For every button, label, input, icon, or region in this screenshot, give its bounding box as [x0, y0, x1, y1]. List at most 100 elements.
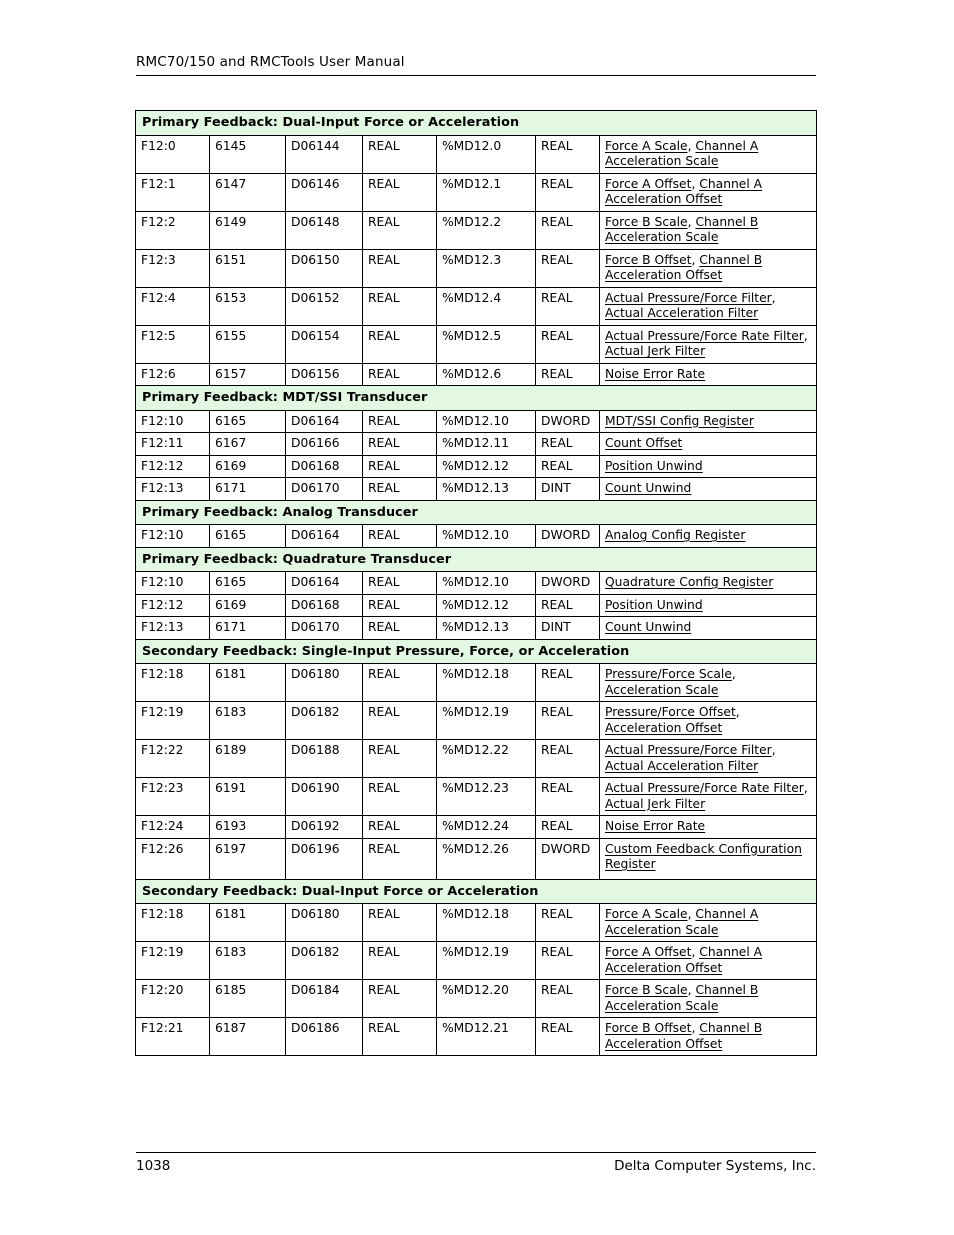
- description-separator: ,: [735, 705, 740, 719]
- cross-reference-link[interactable]: Force B Scale: [605, 983, 688, 997]
- cell-c1: 6171: [209, 616, 286, 640]
- cell-c2: D06186: [285, 1017, 363, 1056]
- cross-reference-link[interactable]: Analog Config Register: [605, 528, 745, 542]
- cell-c3: REAL: [362, 362, 437, 386]
- cell-c1: 6187: [209, 1017, 286, 1056]
- table-row: F12:22 6189 D06188 REAL %MD12.22 REAL Actual P…: [135, 739, 818, 778]
- table-row: F12:3 6151 D06150 REAL %MD12.3 REAL Force B Of…: [135, 248, 818, 288]
- cell-c4: %MD12.24: [436, 815, 536, 839]
- cell-c5: REAL: [535, 739, 600, 778]
- cross-reference-link[interactable]: Force B Scale: [605, 215, 688, 229]
- cross-reference-link[interactable]: Acceleration Offset: [605, 721, 722, 735]
- table-row: F12:18 6181 D06180 REAL %MD12.18 REAL Force A …: [135, 903, 818, 942]
- cell-c3: REAL: [362, 454, 437, 478]
- table-row: F12:2 6149 D06148 REAL %MD12.2 REAL Force B Sc…: [135, 210, 818, 250]
- cell-c0: F12:18: [135, 903, 210, 942]
- cell-c1: 6183: [209, 701, 286, 740]
- cell-c4: %MD12.26: [436, 837, 536, 880]
- cell-c2: D06166: [285, 432, 363, 456]
- cell-c4: %MD12.19: [436, 701, 536, 740]
- cell-c0: F12:11: [135, 432, 210, 456]
- cell-c4: %MD12.3: [436, 248, 536, 288]
- cell-c1: 6171: [209, 477, 286, 501]
- section-title: Secondary Feedback: Single-Input Pressur…: [134, 638, 818, 664]
- cell-c1: 6181: [209, 903, 286, 942]
- cross-reference-link[interactable]: Actual Pressure/Force Rate Filter: [605, 781, 804, 795]
- cell-c0: F12:1: [135, 172, 210, 212]
- cross-reference-link[interactable]: Custom Feedback Configuration Register: [605, 842, 802, 872]
- table-row: F12:11 6167 D06166 REAL %MD12.11 REAL Count Of…: [135, 432, 818, 456]
- cross-reference-link[interactable]: Actual Pressure/Force Rate Filter: [605, 329, 804, 343]
- cell-description: Force A Offset, Channel A Acceleration O…: [598, 172, 818, 212]
- cell-c4: %MD12.13: [436, 616, 536, 640]
- section-title: Primary Feedback: Analog Transducer: [134, 499, 818, 525]
- cross-reference-link[interactable]: Pressure/Force Scale: [605, 667, 732, 681]
- cell-c3: REAL: [362, 777, 437, 816]
- cell-c4: %MD12.22: [436, 739, 536, 778]
- cell-c2: D06154: [285, 324, 363, 364]
- manual-title: RMC70/150 and RMCTools User Manual: [136, 54, 405, 70]
- cell-description: Noise Error Rate: [598, 815, 818, 839]
- cell-c1: 6149: [209, 210, 286, 250]
- cell-c3: REAL: [362, 248, 437, 288]
- cell-c0: F12:4: [135, 286, 210, 326]
- cross-reference-link[interactable]: Force A Scale: [605, 907, 688, 921]
- cross-reference-link[interactable]: Actual Acceleration Filter: [605, 306, 758, 320]
- cross-reference-link[interactable]: Noise Error Rate: [605, 819, 705, 833]
- running-header: RMC70/150 and RMCTools User Manual: [136, 54, 816, 76]
- cross-reference-link[interactable]: Actual Jerk Filter: [605, 344, 705, 358]
- cell-c3: REAL: [362, 739, 437, 778]
- table-row: F12:12 6169 D06168 REAL %MD12.12 REAL Position…: [135, 454, 818, 478]
- cell-c2: D06156: [285, 362, 363, 386]
- cross-reference-link[interactable]: Quadrature Config Register: [605, 575, 773, 589]
- cell-c4: %MD12.12: [436, 454, 536, 478]
- cross-reference-link[interactable]: Force A Offset: [605, 177, 691, 191]
- cell-c4: %MD12.13: [436, 477, 536, 501]
- cross-reference-link[interactable]: Acceleration Scale: [605, 683, 718, 697]
- cross-reference-link[interactable]: Force B Offset: [605, 1021, 691, 1035]
- cell-c3: REAL: [362, 409, 437, 433]
- cross-reference-link[interactable]: Count Unwind: [605, 481, 691, 495]
- section-title: Primary Feedback: Dual-Input Force or Ac…: [134, 110, 818, 136]
- section-title: Primary Feedback: MDT/SSI Transducer: [134, 385, 818, 411]
- cell-c0: F12:20: [135, 979, 210, 1018]
- cross-reference-link[interactable]: Actual Pressure/Force Filter: [605, 743, 772, 757]
- table-row: F12:23 6191 D06190 REAL %MD12.23 REAL Actual P…: [135, 777, 818, 816]
- cell-c1: 6165: [209, 524, 286, 548]
- cell-c2: D06164: [285, 409, 363, 433]
- cross-reference-link[interactable]: Count Unwind: [605, 620, 691, 634]
- cross-reference-link[interactable]: Force A Scale: [605, 139, 688, 153]
- cell-c4: %MD12.6: [436, 362, 536, 386]
- cell-c2: D06170: [285, 616, 363, 640]
- section-title: Primary Feedback: Quadrature Transducer: [134, 546, 818, 572]
- cross-reference-link[interactable]: Actual Acceleration Filter: [605, 759, 758, 773]
- table-row: F12:19 6183 D06182 REAL %MD12.19 REAL Pressure…: [135, 701, 818, 740]
- cross-reference-link[interactable]: Pressure/Force Offset: [605, 705, 736, 719]
- page-number: 1038: [136, 1158, 171, 1174]
- cell-c1: 6191: [209, 777, 286, 816]
- cell-c2: D06164: [285, 571, 363, 595]
- cell-description: Position Unwind: [598, 454, 818, 478]
- cross-reference-link[interactable]: Force A Offset: [605, 945, 691, 959]
- cell-c1: 6165: [209, 571, 286, 595]
- table-row: F12:0 6145 D06144 REAL %MD12.0 REAL Force A Sc…: [135, 134, 818, 174]
- cross-reference-link[interactable]: Position Unwind: [605, 598, 703, 612]
- cross-reference-link[interactable]: Actual Jerk Filter: [605, 797, 705, 811]
- cell-c0: F12:0: [135, 134, 210, 174]
- table-row: F12:10 6165 D06164 REAL %MD12.10 DWORD Analog …: [135, 524, 818, 548]
- cell-c3: REAL: [362, 524, 437, 548]
- cell-c0: F12:12: [135, 593, 210, 617]
- cell-description: Actual Pressure/Force Rate Filter, Actua…: [598, 324, 818, 364]
- cross-reference-link[interactable]: Position Unwind: [605, 459, 703, 473]
- cross-reference-link[interactable]: Actual Pressure/Force Filter: [605, 291, 772, 305]
- cell-c0: F12:10: [135, 571, 210, 595]
- cross-reference-link[interactable]: Count Offset: [605, 436, 682, 450]
- cell-c5: REAL: [535, 979, 600, 1018]
- document-page: RMC70/150 and RMCTools User Manual Prima…: [0, 0, 954, 1235]
- cell-c3: REAL: [362, 593, 437, 617]
- cross-reference-link[interactable]: Noise Error Rate: [605, 367, 705, 381]
- cell-c2: D06182: [285, 701, 363, 740]
- cell-c0: F12:23: [135, 777, 210, 816]
- cross-reference-link[interactable]: Force B Offset: [605, 253, 691, 267]
- cross-reference-link[interactable]: MDT/SSI Config Register: [605, 414, 754, 428]
